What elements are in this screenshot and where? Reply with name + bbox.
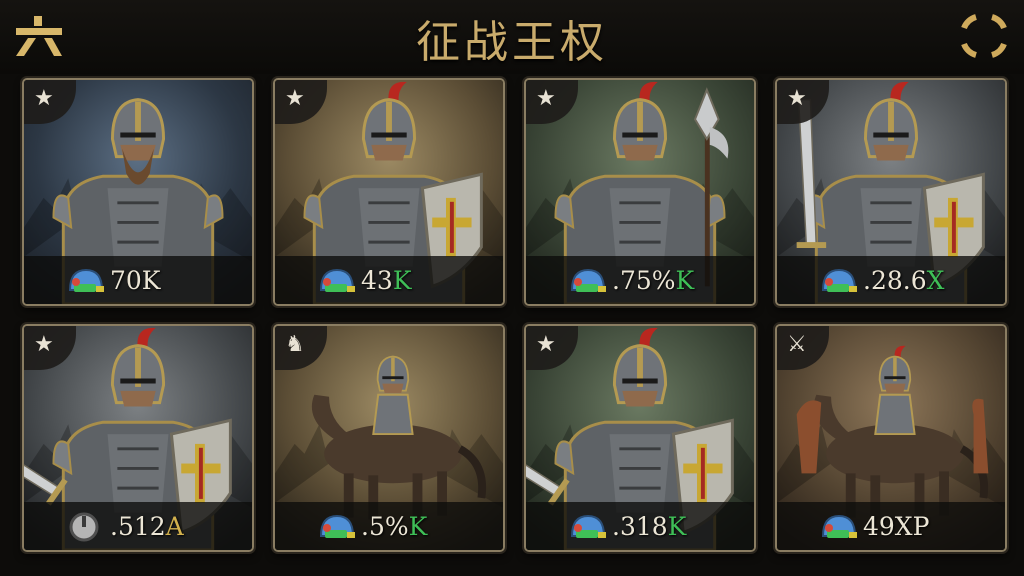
stat-suffix: K [675,266,695,295]
stat-value: .28.6X [863,266,944,295]
stat-suffix: X [926,266,945,295]
unit-card[interactable]: ♞ .5%K [273,324,505,552]
helmet-icon [68,268,104,292]
stat-suffix: A [165,512,184,541]
unit-card[interactable]: ★ .318K [524,324,756,552]
star-icon: ★ [285,86,305,111]
stat-number: 49XP [863,512,930,541]
helmet-icon [319,514,355,538]
stat-bar: .28.6X [777,256,1005,304]
stat-value: 70K [110,266,161,295]
sword-icon: ⚔ [787,332,807,357]
unit-card[interactable]: ★ .512A [22,324,254,552]
helmet-icon [570,514,606,538]
helmet-icon [570,268,606,292]
stat-value: .318K [612,512,686,541]
stat-bar: .512A [24,502,252,550]
horse-icon: ♞ [285,332,305,357]
stat-number: .5% [361,512,409,541]
stat-suffix: K [408,512,428,541]
unit-card[interactable]: ⚔ 49XP [775,324,1007,552]
stat-value: 49XP [863,512,929,541]
stat-suffix: K [392,266,412,295]
stat-value: .5%K [361,512,427,541]
stat-number: 43 [361,266,393,295]
star-icon: ★ [536,332,556,357]
helmet-icon [821,268,857,292]
stat-number: .512 [110,512,166,541]
unit-card[interactable]: ★ .28.6X [775,78,1007,306]
unit-grid: ★ 70K ★ 43K ★ .75%K ★ .28.6X ★ .512A ♞ .… [0,0,1024,576]
stat-bar: 43K [275,256,503,304]
stat-number: .318 [612,512,668,541]
star-icon: ★ [536,86,556,111]
stat-value: .512A [110,512,184,541]
star-icon: ★ [34,86,54,111]
helmet-icon [821,514,857,538]
stat-bar: .5%K [275,502,503,550]
star-icon: ★ [787,86,807,111]
helmet-icon [319,268,355,292]
stat-suffix: K [667,512,687,541]
stat-bar: 70K [24,256,252,304]
stat-value: 43K [361,266,412,295]
star-icon: ★ [34,332,54,357]
stat-bar: .318K [526,502,754,550]
power-icon [69,512,99,542]
stat-number: 70K [110,266,161,295]
stat-bar: .75%K [526,256,754,304]
stat-number: .75% [612,266,676,295]
stat-number: .28.6 [863,266,927,295]
unit-card[interactable]: ★ 43K [273,78,505,306]
unit-card[interactable]: ★ .75%K [524,78,756,306]
stat-bar: 49XP [777,502,1005,550]
unit-card[interactable]: ★ 70K [22,78,254,306]
stat-value: .75%K [612,266,694,295]
